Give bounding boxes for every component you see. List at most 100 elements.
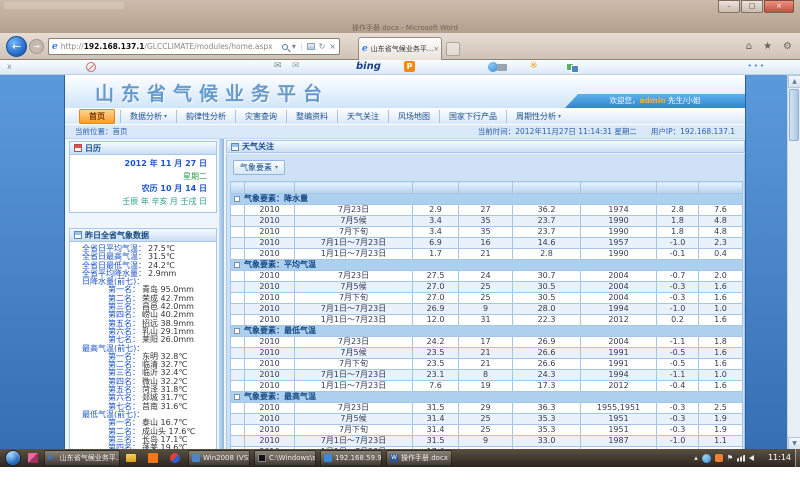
table-row[interactable]: 20107月23日31.52936.31955,1951-0.32.5 (231, 403, 743, 414)
table-row[interactable]: 20101月1日～7月23日12.03122.320120.21.6 (231, 315, 743, 326)
volume-icon[interactable] (749, 455, 754, 461)
table-row[interactable]: 20107月1日～7月23日6.91614.61957-1.02.3 (231, 238, 743, 249)
table-row[interactable]: 20107月1日～7月23日31.5933.01987-1.01.1 (231, 436, 743, 447)
column-header[interactable] (581, 182, 657, 194)
nav-item[interactable]: 天气关注 (337, 110, 388, 123)
scrollbar[interactable]: ▲ ▼ (787, 75, 800, 450)
table-row[interactable]: 20107月5候31.42535.31951-0.31.9 (231, 414, 743, 425)
taskbar-clock[interactable]: 11:14 (768, 449, 791, 467)
new-tab-button[interactable] (446, 42, 460, 56)
nav-item[interactable]: 国家下行产品 (439, 110, 506, 123)
table-row[interactable]: 20107月下旬3.43523.719901.84.8 (231, 227, 743, 238)
security-app-icon[interactable] (715, 454, 723, 462)
section-checkbox[interactable] (234, 394, 240, 400)
table-row[interactable]: 20107月23日2.92736.219742.87.6 (231, 205, 743, 216)
paw-print-icon[interactable]: ※ (530, 61, 538, 71)
table-section-row[interactable]: 气象要素：平均气温 (231, 260, 743, 271)
column-header[interactable] (657, 182, 699, 194)
show-desktop-button[interactable] (795, 449, 800, 467)
table-row[interactable]: 20107月23日27.52430.72004-0.72.0 (231, 271, 743, 282)
mail-icon[interactable]: ✉ (274, 61, 282, 71)
taskbar-window-button[interactable]: Win2008 (VS2... (188, 450, 250, 466)
breadcrumb[interactable]: 当前位置：首页 (75, 126, 128, 137)
refresh-icon[interactable]: ↻ (319, 42, 326, 51)
element-filter-button[interactable]: 气象要素▾ (233, 160, 285, 175)
orange-app-icon[interactable] (148, 453, 158, 463)
bing-logo[interactable]: bing (356, 61, 381, 72)
taskbar-word-button[interactable]: W操作手册.docx ... (386, 450, 452, 466)
table-row[interactable]: 20107月5候27.02530.52004-0.31.6 (231, 282, 743, 293)
stop-icon[interactable]: × (329, 42, 336, 51)
network-icon[interactable] (737, 455, 745, 462)
panel-splitter[interactable] (219, 139, 224, 450)
start-button[interactable] (5, 450, 21, 466)
maximize-button[interactable]: □ (741, 0, 763, 13)
column-header[interactable] (699, 182, 743, 194)
cell: 2010 (245, 436, 295, 447)
table-section-row[interactable]: 气象要素：最高气温 (231, 392, 743, 403)
nav-item[interactable]: 首页 (79, 109, 115, 124)
toolbar-overflow-dots[interactable]: ••• (748, 62, 766, 70)
column-header[interactable] (459, 182, 513, 194)
taskbar-remote-button[interactable]: 192.168.59.99... (320, 450, 382, 466)
search-caret-icon[interactable]: ▾ (292, 42, 296, 51)
minimize-button[interactable]: – (718, 0, 740, 13)
cell: -1.1 (657, 337, 699, 348)
column-header[interactable] (513, 182, 581, 194)
nav-item[interactable]: 风场地图 (388, 110, 439, 123)
table-row[interactable]: 20107月下旬27.02530.52004-0.31.6 (231, 293, 743, 304)
block-icon[interactable] (86, 62, 96, 72)
table-row[interactable]: 20101月1日～7月23日7.61917.32012-0.41.6 (231, 381, 743, 392)
column-header[interactable] (245, 182, 295, 194)
media-app-icon[interactable] (170, 453, 180, 463)
address-bar[interactable]: e http://192.168.137.1/GLCCLIMATE/module… (48, 38, 340, 55)
hidden-icons-caret[interactable]: ▴ (694, 454, 698, 462)
section-checkbox[interactable] (234, 262, 240, 268)
table-row[interactable]: 20107月5候3.43523.719901.84.8 (231, 216, 743, 227)
forward-button[interactable]: → (29, 39, 44, 54)
taskbar-console-button[interactable]: C:\Windows\s... (254, 450, 316, 466)
camera-icon[interactable] (497, 64, 507, 71)
column-header[interactable] (413, 182, 459, 194)
cell: 7月1日～7月23日 (295, 238, 413, 249)
favorites-star-icon[interactable]: ★ (763, 41, 772, 52)
tab-close-icon[interactable]: × (433, 45, 439, 53)
nav-item[interactable]: 周期性分析▾ (506, 110, 570, 123)
nav-item[interactable]: 数据分析▾ (120, 110, 176, 123)
search-icon[interactable] (282, 44, 288, 50)
table-row[interactable]: 20107月5候23.52126.61991-0.51.6 (231, 348, 743, 359)
messenger-icon[interactable] (702, 454, 711, 463)
expand-cell (231, 436, 245, 447)
bing-app-tile[interactable]: P (404, 61, 415, 72)
tools-gear-icon[interactable]: ⚙ (783, 41, 792, 52)
column-header[interactable] (295, 182, 413, 194)
taskbar-ie-button[interactable]: e山东省气候业务平... (44, 450, 120, 466)
back-button[interactable]: ← (6, 36, 27, 57)
table-section-row[interactable]: 气象要素：最低气温 (231, 326, 743, 337)
home-icon[interactable]: ⌂ (746, 41, 752, 52)
close-button[interactable]: × (764, 0, 794, 13)
table-row[interactable]: 20107月1日～7月23日26.9928.01994-1.01.0 (231, 304, 743, 315)
section-checkbox[interactable] (234, 328, 240, 334)
browser-tab[interactable]: e 山东省气候业务平... × (358, 37, 442, 60)
section-checkbox[interactable] (234, 196, 240, 202)
table-row[interactable]: 20107月23日24.21726.92004-1.11.8 (231, 337, 743, 348)
cell: -0.4 (657, 381, 699, 392)
scroll-up-icon[interactable]: ▲ (788, 75, 800, 88)
scrollbar-thumb[interactable] (789, 89, 799, 141)
share-mail-icon[interactable]: ✉ (292, 61, 300, 71)
table-row[interactable]: 20101月1日～7月23日1.7212.81990-0.10.4 (231, 249, 743, 260)
nav-item[interactable]: 韵律性分析 (176, 110, 235, 123)
table-row[interactable]: 20107月下旬23.52126.61991-0.51.6 (231, 359, 743, 370)
folder-icon[interactable] (126, 454, 136, 462)
compatibility-view-icon[interactable] (307, 43, 315, 50)
action-center-flag-icon[interactable]: ⚑ (727, 454, 733, 462)
table-row[interactable]: 20107月下旬31.42535.31951-0.31.9 (231, 425, 743, 436)
app-icon[interactable] (28, 453, 38, 463)
table-section-row[interactable]: 气象要素：降水量 (231, 194, 743, 205)
toolbar-close-icon[interactable]: x (7, 62, 12, 71)
nav-item[interactable]: 灾害查询 (235, 110, 286, 123)
nav-item[interactable]: 整编资料 (286, 110, 337, 123)
table-row[interactable]: 20107月1日～7月23日23.1824.31994-1.11.0 (231, 370, 743, 381)
cell: 2010 (245, 370, 295, 381)
